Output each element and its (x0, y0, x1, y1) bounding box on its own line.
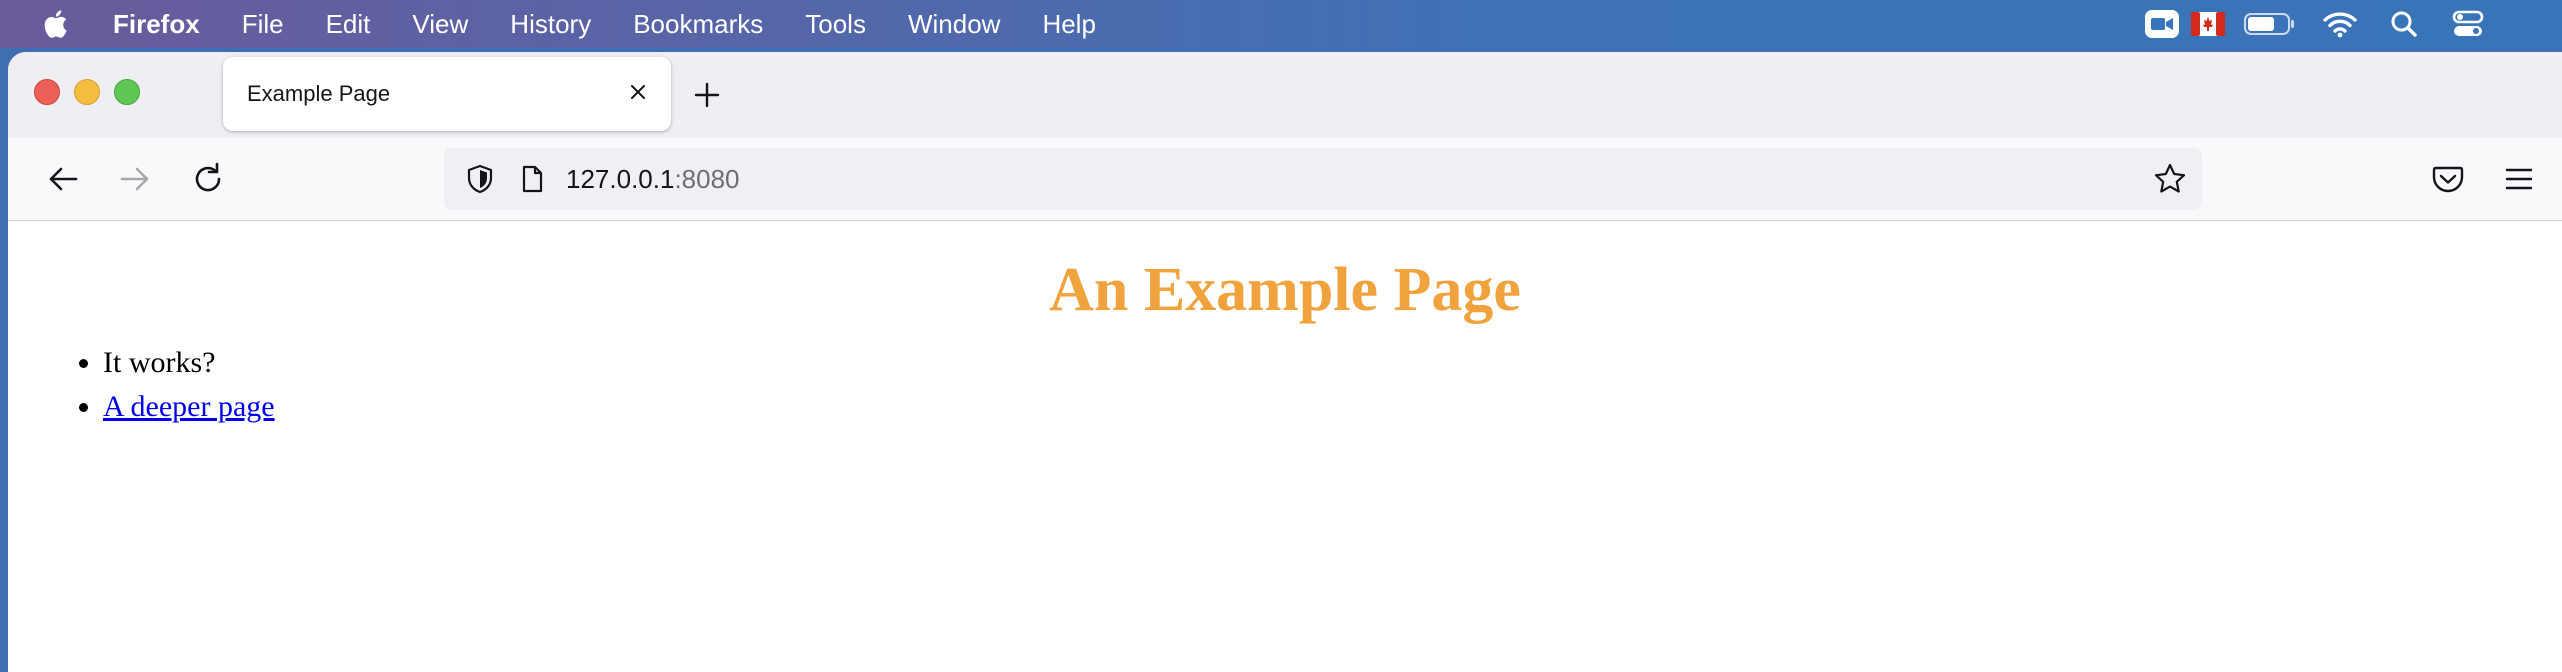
forward-arrow-icon[interactable] (115, 159, 155, 199)
menu-history[interactable]: History (510, 9, 591, 40)
window-close-button[interactable] (34, 79, 60, 105)
list-item-text: It works? (103, 346, 216, 379)
menu-help[interactable]: Help (1042, 9, 1095, 40)
video-camera-icon[interactable] (2144, 0, 2180, 48)
tab-title: Example Page (247, 81, 391, 106)
pocket-icon[interactable] (2428, 159, 2468, 199)
canada-flag-icon[interactable] (2190, 0, 2226, 48)
hamburger-menu-icon[interactable] (2499, 159, 2539, 199)
apple-logo-icon[interactable] (40, 7, 74, 41)
spotlight-search-icon[interactable] (2386, 0, 2422, 48)
menu-bookmarks[interactable]: Bookmarks (633, 9, 763, 40)
window-zoom-button[interactable] (114, 79, 140, 105)
page-info-icon[interactable] (516, 163, 548, 195)
navigation-toolbar: 127.0.0.1:8080 (8, 138, 2562, 221)
menu-file[interactable]: File (242, 9, 284, 40)
list-item: It works? (103, 341, 275, 385)
page-list: It works? A deeper page (8, 341, 275, 429)
menu-tools[interactable]: Tools (805, 9, 866, 40)
menu-window[interactable]: Window (908, 9, 1000, 40)
deeper-page-link[interactable]: A deeper page (103, 390, 275, 423)
page-content: An Example Page It works? A deeper page (8, 221, 2562, 672)
close-tab-icon[interactable] (623, 77, 653, 107)
page-heading: An Example Page (1049, 256, 1521, 324)
url-host: 127.0.0.1 (566, 164, 675, 194)
new-tab-plus-icon[interactable] (688, 76, 726, 114)
menu-view[interactable]: View (412, 9, 468, 40)
menu-bar-status-area (2142, 0, 2562, 48)
battery-icon[interactable] (2244, 0, 2296, 48)
control-center-icon[interactable] (2448, 0, 2488, 48)
url-bar[interactable]: 127.0.0.1:8080 (444, 148, 2202, 210)
tracking-protection-shield-icon[interactable] (464, 163, 496, 195)
firefox-window: Example Page 127.0.0.1:8080 An Example P… (8, 52, 2562, 672)
menu-app-firefox[interactable]: Firefox (113, 9, 200, 40)
list-item: A deeper page (103, 385, 275, 429)
tab-example-page[interactable]: Example Page (223, 57, 671, 131)
window-minimize-button[interactable] (74, 79, 100, 105)
tab-strip: Example Page (8, 52, 2562, 138)
url-text[interactable]: 127.0.0.1:8080 (566, 164, 740, 195)
wifi-icon[interactable] (2322, 0, 2358, 48)
back-arrow-icon[interactable] (43, 159, 83, 199)
reload-icon[interactable] (188, 159, 228, 199)
bookmark-star-icon[interactable] (2152, 161, 2188, 197)
menu-edit[interactable]: Edit (326, 9, 371, 40)
macos-menu-bar: Firefox File Edit View History Bookmarks… (0, 0, 2562, 48)
url-port: :8080 (674, 164, 740, 194)
